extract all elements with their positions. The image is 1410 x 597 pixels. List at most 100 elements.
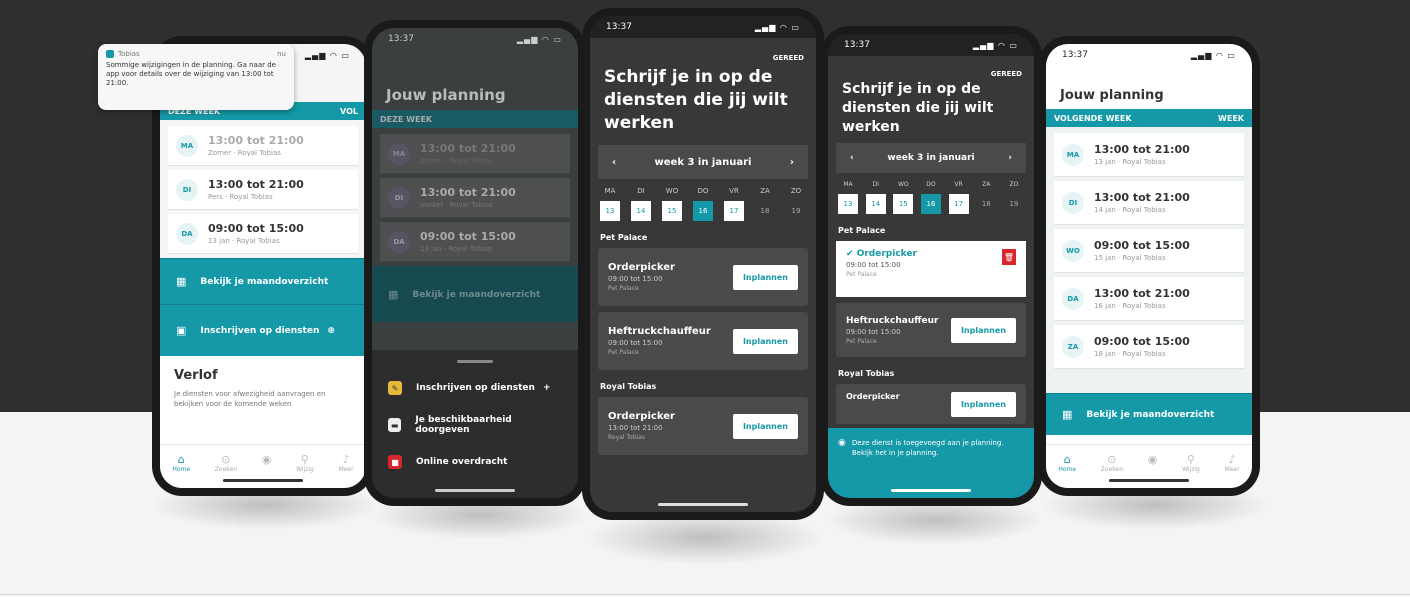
tab-week[interactable]: WEEK bbox=[1218, 114, 1244, 123]
tab-home[interactable]: ⌂ Home bbox=[172, 453, 190, 473]
shift-location: Pers · Royal Tobias bbox=[208, 193, 273, 201]
menu-signup-shifts[interactable]: ✎ Inschrijven op diensten + bbox=[372, 371, 578, 405]
day-badge: DI bbox=[176, 178, 198, 201]
page-title: Jouw planning bbox=[1060, 88, 1164, 103]
date-picker[interactable]: 13 14 15 16 17 18 19 bbox=[828, 188, 1034, 220]
page-title: Schrijf je in op de diensten die jij wil… bbox=[842, 81, 994, 135]
date-picker[interactable]: 13 14 15 16 17 18 19 bbox=[590, 195, 816, 227]
tab-this-week[interactable]: DEZE WEEK bbox=[380, 115, 432, 124]
done-button[interactable]: GEREED bbox=[590, 38, 816, 62]
signup-shifts-label: Inschrijven op diensten bbox=[200, 325, 320, 336]
status-time: 13:37 bbox=[1062, 50, 1088, 60]
shift-row[interactable]: DA 13:00 tot 21:00 16 jan · Royal Tobias bbox=[1054, 277, 1244, 321]
date-cell-selected[interactable]: 16 bbox=[920, 194, 941, 214]
month-overview-label: Bekijk je maandoverzicht bbox=[200, 276, 329, 287]
shift-row[interactable]: MA 13:00 tot 21:00 Zomer · Royal Tobias bbox=[168, 126, 358, 166]
plan-button[interactable]: Inplannen bbox=[732, 413, 798, 439]
date-cell[interactable]: 19 bbox=[1004, 194, 1024, 214]
shift-time: 09:00 tot 15:00 bbox=[1094, 335, 1190, 348]
magnifier-icon: ⚲ bbox=[300, 453, 309, 466]
calendar-icon: ▦ bbox=[388, 288, 399, 301]
date-cell[interactable]: 13 bbox=[838, 194, 858, 214]
shift-location: 18 jan · Royal Tobias bbox=[1094, 350, 1166, 358]
month-overview-button[interactable]: ▦ Bekijk je maandoverzicht bbox=[1046, 393, 1252, 435]
phone-signup-shifts: 13:37 ▂▄▆ ◠ ▭ GEREED Schrijf je in op de… bbox=[582, 8, 824, 520]
selected-shift-card[interactable]: ✔ Orderpicker 09:00 tot 15:00 Pet Palace… bbox=[836, 241, 1026, 297]
week-selector[interactable]: ‹ week 3 in januari › bbox=[836, 143, 1026, 173]
prev-week-icon[interactable]: ‹ bbox=[850, 153, 854, 163]
month-overview-button[interactable]: ▦ Bekijk je maandoverzicht bbox=[160, 258, 366, 304]
menu-label: Inschrijven op diensten bbox=[416, 383, 535, 393]
date-cell[interactable]: 18 bbox=[976, 194, 996, 214]
menu-handover[interactable]: ■ Online overdracht bbox=[372, 445, 578, 479]
tab-center[interactable]: ◉ bbox=[1148, 453, 1158, 466]
shift-row[interactable]: MA 13:00 tot 21:00 Zomer · Royal Tobias bbox=[380, 134, 570, 174]
calendar-add-icon: ▣ bbox=[176, 324, 187, 337]
week-tabs[interactable]: VOLGENDE WEEK WEEK bbox=[1046, 109, 1252, 127]
plan-button[interactable]: Inplannen bbox=[950, 317, 1016, 343]
week-tabs[interactable]: DEZE WEEK bbox=[372, 110, 578, 128]
plan-button[interactable]: Inplannen bbox=[732, 328, 798, 354]
shift-row[interactable]: WO 09:00 tot 15:00 15 jan · Royal Tobias bbox=[1054, 229, 1244, 273]
shift-card: Orderpicker 09:00 tot 15:00 Pet Palace Inp… bbox=[598, 248, 808, 306]
date-cell[interactable]: 15 bbox=[893, 194, 914, 214]
tab-change[interactable]: ⚲ Wijzig bbox=[296, 453, 314, 473]
date-cell[interactable]: 14 bbox=[865, 194, 886, 214]
month-overview-button[interactable]: ▦ Bekijk je maandoverzicht bbox=[372, 266, 578, 322]
status-time: 13:37 bbox=[388, 34, 414, 44]
toast-text: Deze dienst is toegevoegd aan je plannin… bbox=[851, 439, 1004, 457]
push-notification[interactable]: Tobias nu Sommige wijzigingen in de plan… bbox=[98, 44, 294, 110]
date-cell[interactable]: 14 bbox=[631, 201, 651, 221]
date-cell[interactable]: 17 bbox=[724, 201, 744, 221]
status-bar: 13:37 ▂▄▆ ◠ ▭ bbox=[828, 34, 1034, 56]
date-cell[interactable]: 17 bbox=[948, 194, 969, 214]
date-cell-selected[interactable]: 16 bbox=[693, 201, 713, 221]
plan-button[interactable]: Inplannen bbox=[732, 264, 798, 290]
shift-row[interactable]: DI 13:00 tot 21:00 Vonkel · Royal Tobias bbox=[380, 178, 570, 218]
status-bar: 13:37 ▂▄▆ ◠ ▭ bbox=[372, 28, 578, 50]
shift-location: 16 jan · Royal Tobias bbox=[1094, 302, 1166, 310]
date-cell[interactable]: 15 bbox=[662, 201, 682, 221]
month-overview-label: Bekijk je maandoverzicht bbox=[412, 289, 541, 300]
phone-planning-next-week: 13:37 ▂▄▆ ◠ ▭ Jouw planning VOLGENDE WEE… bbox=[1038, 36, 1260, 496]
menu-availability[interactable]: ▬ Je beschikbaarheid doorgeven bbox=[372, 405, 578, 445]
day-badge: MA bbox=[388, 142, 410, 165]
notification-text: Sommige wijzigingen in de planning. Ga n… bbox=[106, 61, 276, 87]
delete-icon[interactable]: 🗑 bbox=[1002, 249, 1016, 265]
shift-row[interactable]: DI 13:00 tot 21:00 Pers · Royal Tobias bbox=[168, 170, 358, 210]
next-week-icon[interactable]: › bbox=[790, 157, 794, 168]
tab-next-week[interactable]: VOLGENDE WEEK bbox=[1054, 114, 1132, 123]
shift-row[interactable]: MA 13:00 tot 21:00 13 jan · Royal Tobias bbox=[1054, 133, 1244, 177]
home-icon: ⌂ bbox=[1063, 453, 1071, 466]
week-selector[interactable]: ‹ week 3 in januari › bbox=[598, 145, 808, 179]
day-badge: MA bbox=[176, 134, 198, 157]
shift-row[interactable]: DI 13:00 tot 21:00 14 jan · Royal Tobias bbox=[1054, 181, 1244, 225]
shift-row[interactable]: DA 09:00 tot 15:00 13 jan · Royal Tobias bbox=[380, 222, 570, 262]
shift-time: 13:00 tot 21:00 bbox=[1094, 287, 1190, 300]
shift-row[interactable]: DA 09:00 tot 15:00 13 jan · Royal Tobias bbox=[168, 214, 358, 254]
prev-week-icon[interactable]: ‹ bbox=[612, 157, 616, 168]
shift-row[interactable]: ZA 09:00 tot 15:00 18 jan · Royal Tobias bbox=[1054, 325, 1244, 369]
date-cell[interactable]: 13 bbox=[600, 201, 620, 221]
done-button[interactable]: GEREED bbox=[828, 56, 1034, 78]
tab-center[interactable]: ◉ bbox=[262, 453, 272, 466]
next-week-icon[interactable]: › bbox=[1008, 153, 1012, 163]
shift-card: Heftruckchauffeur 09:00 tot 15:00 Pet Pala… bbox=[836, 303, 1026, 357]
tab-search[interactable]: ⊙ Zoeken bbox=[215, 453, 237, 473]
sheet-handle[interactable] bbox=[457, 360, 493, 363]
calendar-icon: ▦ bbox=[1062, 408, 1073, 421]
date-cell[interactable]: 19 bbox=[786, 201, 806, 221]
date-cell[interactable]: 18 bbox=[755, 201, 775, 221]
shift-location: 14 jan · Royal Tobias bbox=[1094, 206, 1166, 214]
tab-home[interactable]: ⌂ Home bbox=[1058, 453, 1076, 473]
tab-more[interactable]: ♪ Meer bbox=[339, 453, 354, 473]
tab-more[interactable]: ♪ Meer bbox=[1225, 453, 1240, 473]
bottom-divider bbox=[0, 594, 1410, 595]
signup-shifts-button[interactable]: ▣ Inschrijven op diensten ⊕ bbox=[160, 304, 366, 356]
day-badge: MA bbox=[1062, 143, 1084, 166]
tab-change[interactable]: ⚲ Wijzig bbox=[1182, 453, 1200, 473]
plan-button[interactable]: Inplannen bbox=[950, 392, 1016, 417]
tab-next-week[interactable]: VOL bbox=[340, 107, 358, 116]
status-time: 13:37 bbox=[606, 22, 632, 32]
tab-search[interactable]: ⊙ Zoeken bbox=[1101, 453, 1123, 473]
